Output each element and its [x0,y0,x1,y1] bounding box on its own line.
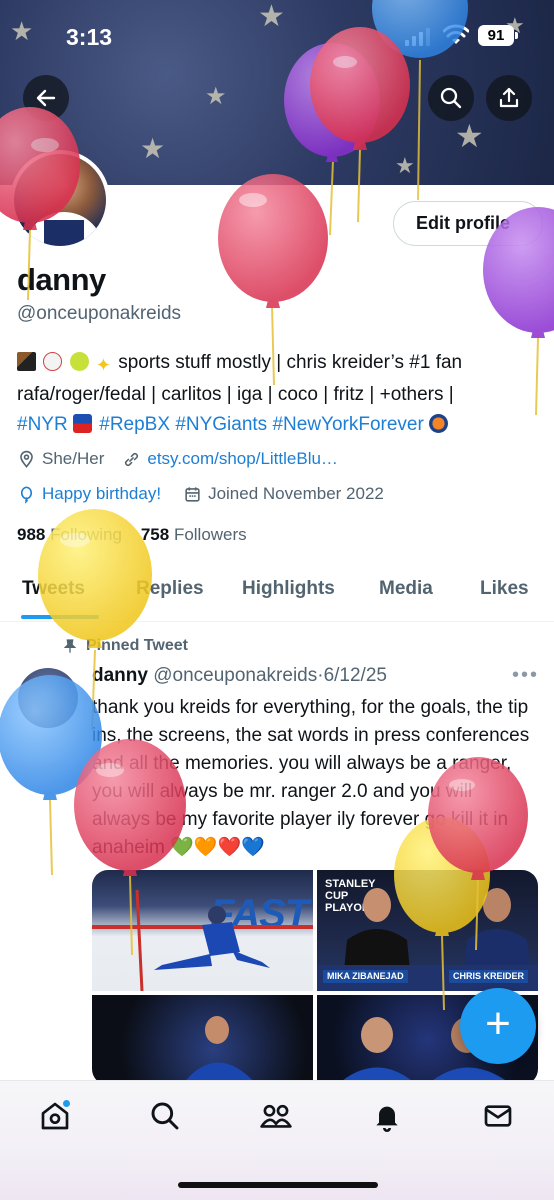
pronouns: She/Her [42,449,105,468]
link-icon [125,452,139,466]
tab-replies[interactable]: Replies [136,578,204,600]
sparkles-icon: ✦ [95,355,111,375]
profile-handle: @onceuponakreids [17,303,182,324]
website-link[interactable]: etsy.com/shop/LittleBlu… [147,449,338,469]
banner-star: ★ [455,118,484,154]
wifi-icon [443,24,469,44]
baseball-icon [43,352,63,371]
hockey-stick-icon [17,352,36,371]
status-bar: 3:13 91 [0,0,554,72]
nameplate-left: MIKA ZIBANEJAD [323,970,408,983]
tweet-image-2[interactable]: STANLEY CUP PLAYOFFS MIKA ZIBANEJAD CHRI… [317,870,538,991]
compose-tweet-button[interactable]: + [460,988,536,1064]
arrow-left-icon [36,89,56,107]
tweet-author-avatar[interactable] [18,668,78,728]
back-button[interactable] [23,75,69,121]
tab-likes[interactable]: Likes [480,578,529,600]
following-label: Following [50,525,122,544]
tweet-image-1[interactable]: FAST [92,870,313,991]
tweet-text: thank you kreids for everything, for the… [92,697,530,858]
banner-star: ★ [140,133,166,164]
pinned-text: Pinned Tweet [86,637,188,654]
share-icon [499,87,519,108]
bio-line-3: #NYR #RepBX #NYGiants #NewYorkForever [17,410,542,440]
messages-icon [484,1105,512,1127]
nav-communities[interactable] [258,1098,294,1134]
search-icon [440,87,462,109]
profile-bio: ✦ sports stuff mostly | chris kreider’s … [17,348,542,440]
home-indicator [178,1182,378,1188]
tweet-date[interactable]: 6/12/25 [324,665,387,686]
followers-link[interactable]: 758 Followers [141,525,247,544]
hashtag-repbx[interactable]: #RepBX [99,414,170,435]
player-sitting-on-ice [92,889,313,991]
tab-media[interactable]: Media [379,578,433,600]
following-link[interactable]: 988 Following [17,525,122,544]
balloon-icon [20,486,33,504]
tweet-header: danny @onceuponakreids·6/12/25 [92,665,387,687]
follow-stats: 988 Following 758 Followers [17,525,247,545]
followers-label: Followers [173,525,247,544]
profile-meta-row-1: She/Her etsy.com/shop/LittleBlu… [17,449,338,469]
tweet-image-3[interactable] [92,995,313,1085]
hashtag-nygiants[interactable]: #NYGiants [175,414,267,435]
nav-search[interactable] [147,1098,183,1134]
signal-icon [405,28,430,46]
search-icon [151,1102,179,1130]
banner-star: ★ [395,153,415,178]
notification-dot [62,1099,71,1108]
tweet-author-name[interactable]: danny [92,665,148,686]
rangers-logo-icon [72,414,92,433]
joined-date: Joined November 2022 [208,484,384,503]
notifications-icon [376,1106,398,1132]
edit-profile-button[interactable]: Edit profile [393,201,543,246]
pinned-label: Pinned Tweet [62,637,188,655]
profile-meta-row-2: Happy birthday! Joined November 2022 [17,484,384,504]
tennis-ball-icon [69,352,89,371]
search-profile-button[interactable] [428,75,474,121]
following-count: 988 [17,525,46,544]
birthday-text[interactable]: Happy birthday! [42,484,161,504]
tab-tweets[interactable]: Tweets [22,578,85,600]
profile-name: danny [17,262,106,297]
calendar-icon [185,486,200,502]
hashtag-newyorkforever[interactable]: #NewYorkForever [272,414,423,435]
profile-tabs: Tweets Replies Highlights Media Likes [0,566,554,622]
communities-icon [260,1104,292,1128]
banner-star: ★ [205,83,227,110]
pin-icon [63,639,77,653]
share-button[interactable] [486,75,532,121]
hashtag-nyr[interactable]: #NYR [17,414,68,435]
location-pin-icon [20,450,33,468]
bio-line-1: ✦ sports stuff mostly | chris kreider’s … [17,348,542,380]
followers-count: 758 [140,525,170,544]
active-tab-indicator [21,615,99,619]
nameplate-right: CHRIS KREIDER [449,970,529,983]
knicks-logo-icon [429,414,449,433]
battery-indicator: 91 [478,25,518,46]
nav-messages[interactable] [480,1098,516,1134]
nav-notifications[interactable] [369,1098,405,1134]
bio-line-2: rafa/roger/fedal | carlitos | iga | coco… [17,384,454,405]
more-options-icon[interactable]: ••• [512,664,539,687]
status-time: 3:13 [66,24,113,50]
player-celebrating [182,1016,257,1085]
nav-home[interactable] [37,1098,73,1134]
tab-highlights[interactable]: Highlights [242,578,335,600]
bio-text-1: sports stuff mostly | chris kreider’s #1… [118,352,463,373]
avatar-jersey [24,212,104,246]
tweet-author-handle: @onceuponakreids [153,665,318,686]
profile-avatar[interactable] [10,150,110,250]
